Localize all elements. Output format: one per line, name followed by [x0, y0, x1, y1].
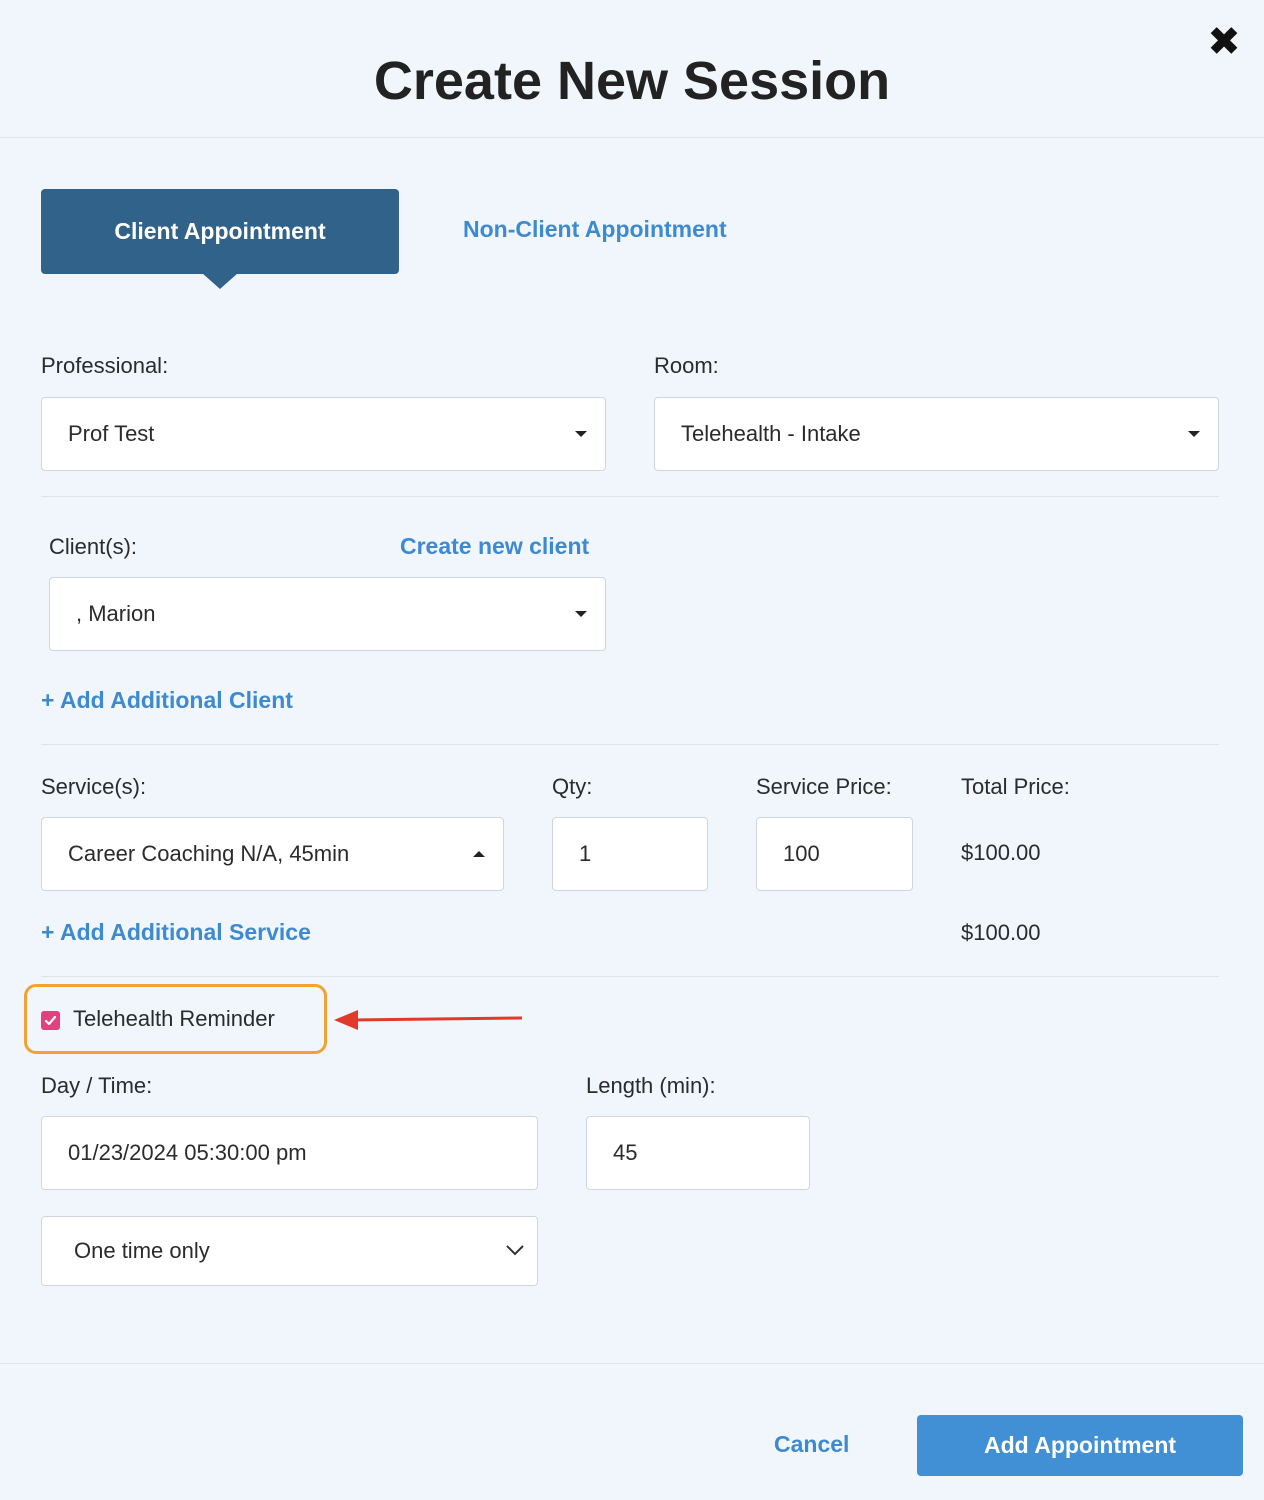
- close-icon[interactable]: ✖: [1204, 22, 1244, 62]
- client-select[interactable]: , Marion: [49, 577, 606, 651]
- total-price-value: $100.00: [961, 840, 1041, 865]
- service-select[interactable]: Career Coaching N/A, 45min: [41, 817, 504, 891]
- total-price-label: Total Price:: [961, 774, 1070, 799]
- daytime-value: 01/23/2024 05:30:00 pm: [68, 1140, 307, 1165]
- caret-down-icon: [575, 431, 587, 437]
- daytime-input[interactable]: 01/23/2024 05:30:00 pm: [41, 1116, 538, 1190]
- chevron-down-icon: [506, 1245, 524, 1256]
- arrow-annotation-icon: [334, 1010, 523, 1030]
- room-label: Room:: [654, 353, 719, 378]
- tab-non-client-appointment[interactable]: Non-Client Appointment: [463, 216, 727, 243]
- caret-up-icon: [473, 851, 485, 857]
- add-additional-client-link[interactable]: + Add Additional Client: [41, 687, 293, 714]
- length-input[interactable]: 45: [586, 1116, 810, 1190]
- service-value: Career Coaching N/A, 45min: [68, 841, 350, 866]
- tab-client-appointment[interactable]: Client Appointment: [41, 189, 399, 289]
- footer-divider: [0, 1363, 1264, 1364]
- qty-input[interactable]: 1: [552, 817, 708, 891]
- divider: [41, 496, 1219, 497]
- recurrence-value: One time only: [74, 1238, 210, 1263]
- telehealth-reminder-label: Telehealth Reminder: [73, 1006, 275, 1031]
- create-new-client-link[interactable]: Create new client: [400, 533, 589, 560]
- add-appointment-button[interactable]: Add Appointment: [917, 1415, 1243, 1476]
- room-select[interactable]: Telehealth - Intake: [654, 397, 1219, 471]
- professional-select[interactable]: Prof Test: [41, 397, 606, 471]
- services-label: Service(s):: [41, 774, 147, 799]
- clients-label: Client(s):: [49, 534, 138, 559]
- divider: [41, 976, 1219, 977]
- telehealth-reminder-checkbox[interactable]: [41, 1011, 60, 1030]
- divider: [41, 744, 1219, 745]
- caret-down-icon: [1188, 431, 1200, 437]
- length-value: 45: [613, 1140, 638, 1165]
- add-additional-service-link[interactable]: + Add Additional Service: [41, 919, 311, 946]
- daytime-label: Day / Time:: [41, 1073, 153, 1098]
- qty-value: 1: [579, 841, 592, 866]
- caret-down-icon: [575, 611, 587, 617]
- modal-header: Create New Session ✖: [0, 0, 1264, 138]
- grand-total-value: $100.00: [961, 920, 1041, 945]
- checkmark-icon: [44, 1015, 57, 1026]
- service-price-input[interactable]: 100: [756, 817, 913, 891]
- client-value: , Marion: [76, 601, 156, 626]
- room-value: Telehealth - Intake: [681, 421, 861, 446]
- qty-label: Qty:: [552, 774, 593, 799]
- professional-label: Professional:: [41, 353, 169, 378]
- cancel-button[interactable]: Cancel: [774, 1431, 849, 1458]
- recurrence-select[interactable]: One time only: [41, 1216, 538, 1286]
- length-label: Length (min):: [586, 1073, 716, 1098]
- service-price-label: Service Price:: [756, 774, 892, 799]
- professional-value: Prof Test: [68, 421, 155, 446]
- service-price-value: 100: [783, 841, 820, 866]
- page-title: Create New Session: [373, 51, 891, 111]
